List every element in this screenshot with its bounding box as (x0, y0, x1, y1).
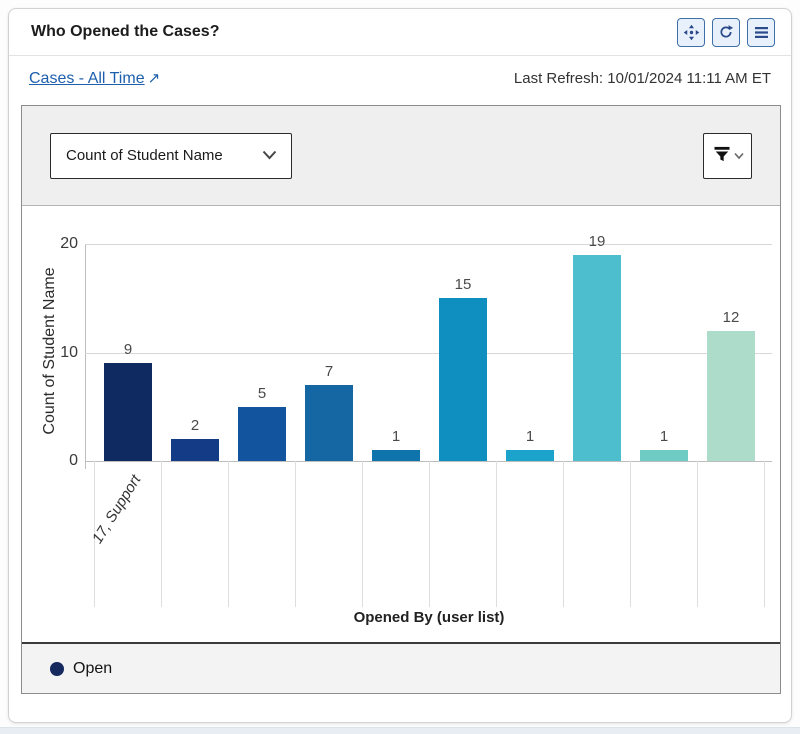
y-axis-line (85, 244, 86, 469)
legend-dot (50, 662, 64, 676)
widget-title: Who Opened the Cases? (31, 23, 219, 41)
move-widget-button[interactable] (677, 18, 705, 47)
bar[interactable] (372, 450, 420, 461)
refresh-icon (718, 24, 734, 40)
legend-label: Open (73, 660, 112, 678)
plot-area: 01020925711511911217, Support (22, 206, 780, 642)
last-refresh-text: Last Refresh: 10/01/2024 11:11 AM ET (514, 70, 771, 87)
filter-dropdown-button[interactable] (703, 133, 752, 179)
report-link[interactable]: Cases - All Time↗ (29, 69, 160, 88)
widget-menu-button[interactable] (747, 18, 775, 47)
widget-subheader: Cases - All Time↗ Last Refresh: 10/01/20… (9, 56, 791, 105)
gridline (85, 244, 772, 245)
bar[interactable] (171, 439, 219, 461)
x-tick-line (429, 461, 430, 607)
report-link-text: Cases - All Time (29, 70, 145, 87)
bar-value-label: 12 (697, 309, 765, 327)
move-icon (683, 24, 700, 41)
x-tick-line (630, 461, 631, 607)
hamburger-menu-icon (754, 26, 769, 39)
x-tick-line (764, 461, 765, 607)
chart-toolbar: Count of Student Name (22, 106, 780, 206)
x-tick-line (496, 461, 497, 607)
gridline (85, 353, 772, 354)
bar-value-label: 19 (563, 233, 631, 251)
x-tick-label: 17, Support (56, 472, 145, 600)
x-tick-line (161, 461, 162, 607)
bar[interactable] (707, 331, 755, 461)
page-background-strip (0, 727, 800, 734)
bar-value-label: 2 (161, 417, 229, 435)
x-tick-line (563, 461, 564, 607)
y-axis-title: Count of Student Name (41, 261, 59, 441)
dashboard-widget-card: Who Opened the Cases? (8, 8, 792, 723)
bar[interactable] (238, 407, 286, 461)
bar-value-label: 1 (362, 428, 430, 446)
bar-value-label: 1 (630, 428, 698, 446)
bar[interactable] (573, 255, 621, 461)
chart-panel: Count of Student Name (21, 105, 781, 694)
bar-value-label: 5 (228, 385, 296, 403)
x-axis-title: Opened By (user list) (85, 609, 773, 626)
y-tick-label: 20 (30, 234, 78, 254)
chart-legend: Open (22, 642, 780, 693)
chevron-down-icon (262, 147, 277, 164)
bar-value-label: 7 (295, 363, 363, 381)
bar-value-label: 1 (496, 428, 564, 446)
y-tick-label: 0 (30, 451, 78, 471)
measure-dropdown-value: Count of Student Name (66, 147, 223, 164)
funnel-icon (712, 144, 732, 167)
chevron-down-icon (734, 148, 744, 163)
refresh-button[interactable] (712, 18, 740, 47)
widget-header-buttons (677, 18, 775, 47)
x-tick-line (295, 461, 296, 607)
x-tick-line (228, 461, 229, 607)
bar-value-label: 15 (429, 276, 497, 294)
measure-dropdown[interactable]: Count of Student Name (50, 133, 292, 179)
bar-value-label: 9 (94, 341, 162, 359)
widget-header: Who Opened the Cases? (9, 9, 791, 56)
external-link-arrow-icon: ↗ (148, 69, 161, 87)
bar[interactable] (439, 298, 487, 461)
bar[interactable] (506, 450, 554, 461)
bar[interactable] (104, 363, 152, 461)
bar-chart: 01020925711511911217, Support Count of S… (22, 206, 780, 642)
bar[interactable] (305, 385, 353, 461)
x-tick-line (362, 461, 363, 607)
x-tick-line (697, 461, 698, 607)
bar[interactable] (640, 450, 688, 461)
